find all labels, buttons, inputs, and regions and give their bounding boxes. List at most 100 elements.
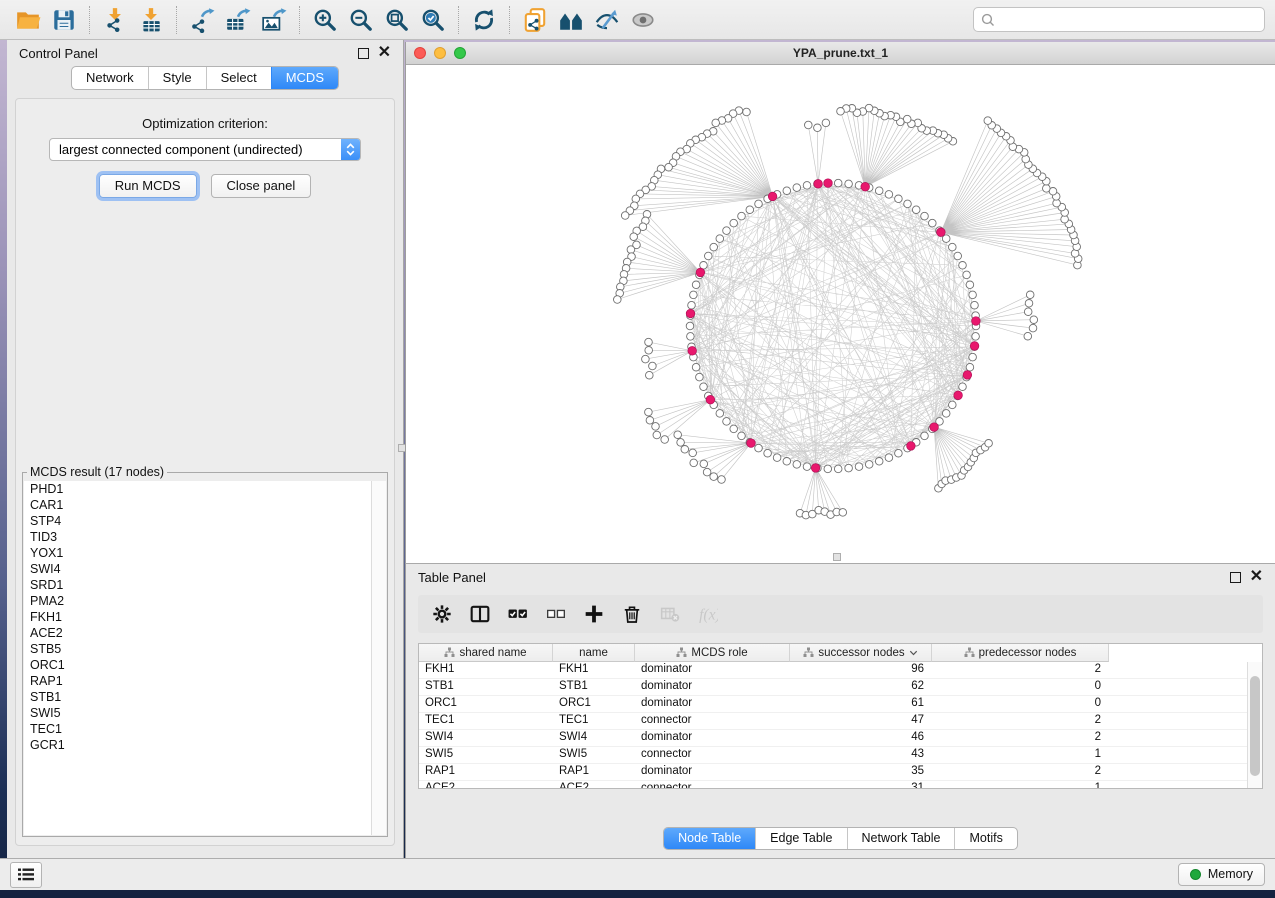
mcds-result-item[interactable]: SWI4 bbox=[24, 561, 372, 577]
column-header-name[interactable]: name bbox=[553, 644, 635, 662]
mcds-result-item[interactable]: ACE2 bbox=[24, 625, 372, 641]
column-header-shared-name[interactable]: shared name bbox=[419, 644, 553, 662]
table-toolbar: f(x) bbox=[418, 595, 1263, 633]
run-mcds-button[interactable]: Run MCDS bbox=[99, 174, 197, 198]
close-panel-icon[interactable]: ✕ bbox=[378, 48, 391, 58]
export-image-button[interactable] bbox=[256, 4, 292, 36]
table-row[interactable]: STB1STB1dominator620 bbox=[419, 679, 1262, 696]
mcds-result-item[interactable]: FKH1 bbox=[24, 609, 372, 625]
select-all-button[interactable] bbox=[504, 600, 532, 628]
mcds-result-list[interactable]: PHD1CAR1STP4TID3YOX1SWI4SRD1PMA2FKH1ACE2… bbox=[24, 481, 372, 835]
mcds-result-item[interactable]: GCR1 bbox=[24, 737, 372, 753]
columns-button[interactable] bbox=[466, 600, 494, 628]
network-canvas[interactable] bbox=[406, 65, 1274, 563]
mcds-result-item[interactable]: STB1 bbox=[24, 689, 372, 705]
mcds-result-item[interactable]: SWI5 bbox=[24, 705, 372, 721]
settings-button[interactable] bbox=[428, 600, 456, 628]
tab-node-table[interactable]: Node Table bbox=[664, 828, 755, 849]
mcds-result-item[interactable]: PHD1 bbox=[24, 481, 372, 497]
search-field[interactable] bbox=[973, 7, 1265, 32]
mcds-result-item[interactable]: TEC1 bbox=[24, 721, 372, 737]
table-row[interactable]: RAP1RAP1dominator352 bbox=[419, 764, 1262, 781]
table-cell: 0 bbox=[932, 679, 1109, 695]
open-button[interactable] bbox=[10, 4, 46, 36]
toolbar-separator bbox=[176, 6, 177, 34]
optimization-criterion-select[interactable]: largest connected component (undirected) bbox=[49, 138, 361, 161]
zoom-out-button[interactable] bbox=[343, 4, 379, 36]
horizontal-divider-grip[interactable] bbox=[833, 553, 841, 561]
import-network-button[interactable] bbox=[97, 4, 133, 36]
float-table-panel-icon[interactable] bbox=[1230, 572, 1241, 583]
table-row[interactable]: SWI4SWI4dominator462 bbox=[419, 730, 1262, 747]
table-cell: 47 bbox=[790, 713, 932, 729]
table-cell: dominator bbox=[635, 696, 790, 712]
memory-label: Memory bbox=[1208, 867, 1253, 881]
network-graph[interactable] bbox=[406, 65, 1274, 563]
export-image-icon bbox=[261, 7, 287, 33]
table-cell: RAP1 bbox=[553, 764, 635, 780]
table-cell: FKH1 bbox=[419, 662, 553, 678]
table-cell: dominator bbox=[635, 679, 790, 695]
column-header-successor-nodes[interactable]: successor nodes bbox=[790, 644, 932, 662]
mcds-result-item[interactable]: PMA2 bbox=[24, 593, 372, 609]
tab-network-table[interactable]: Network Table bbox=[847, 828, 955, 849]
column-header-predecessor-nodes[interactable]: predecessor nodes bbox=[932, 644, 1109, 662]
first-neighbors-button[interactable] bbox=[553, 4, 589, 36]
close-panel-button[interactable]: Close panel bbox=[211, 174, 312, 198]
table-row[interactable]: SWI5SWI5connector431 bbox=[419, 747, 1262, 764]
table-row[interactable]: ACE2ACE2connector311 bbox=[419, 781, 1262, 789]
deselect-all-button[interactable] bbox=[542, 600, 570, 628]
table-cell: 43 bbox=[790, 747, 932, 763]
export-table-button[interactable] bbox=[220, 4, 256, 36]
show-all-button[interactable] bbox=[625, 4, 661, 36]
mcds-result-item[interactable]: STP4 bbox=[24, 513, 372, 529]
mcds-result-item[interactable]: STB5 bbox=[24, 641, 372, 657]
duplicate-network-button[interactable] bbox=[517, 4, 553, 36]
mcds-result-item[interactable]: RAP1 bbox=[24, 673, 372, 689]
table-row[interactable]: TEC1TEC1connector472 bbox=[419, 713, 1262, 730]
mcds-result-item[interactable]: CAR1 bbox=[24, 497, 372, 513]
tab-network[interactable]: Network bbox=[72, 67, 148, 89]
zoom-in-button[interactable] bbox=[307, 4, 343, 36]
search-input[interactable] bbox=[1000, 11, 1257, 28]
table-cell: dominator bbox=[635, 764, 790, 780]
delete-table-button[interactable] bbox=[656, 600, 684, 628]
mcds-result-item[interactable]: TID3 bbox=[24, 529, 372, 545]
tab-style[interactable]: Style bbox=[148, 67, 206, 89]
shared-column-icon bbox=[803, 647, 814, 658]
table-cell: connector bbox=[635, 747, 790, 763]
table-row[interactable]: ORC1ORC1dominator610 bbox=[419, 696, 1262, 713]
table-scrollbar-thumb[interactable] bbox=[1250, 676, 1260, 776]
toolbar-separator bbox=[509, 6, 510, 34]
zoom-selected-button[interactable] bbox=[415, 4, 451, 36]
export-network-button[interactable] bbox=[184, 4, 220, 36]
add-button[interactable] bbox=[580, 600, 608, 628]
refresh-button[interactable] bbox=[466, 4, 502, 36]
tab-select[interactable]: Select bbox=[206, 67, 271, 89]
mcds-result-item[interactable]: SRD1 bbox=[24, 577, 372, 593]
import-table-button[interactable] bbox=[133, 4, 169, 36]
table-scrollbar[interactable] bbox=[1247, 662, 1262, 788]
memory-button[interactable]: Memory bbox=[1178, 863, 1265, 886]
table-row[interactable]: FKH1FKH1dominator962 bbox=[419, 662, 1262, 679]
task-history-button[interactable] bbox=[10, 862, 42, 888]
zoom-fit-button[interactable] bbox=[379, 4, 415, 36]
hide-selected-button[interactable] bbox=[589, 4, 625, 36]
tab-mcds[interactable]: MCDS bbox=[271, 67, 338, 89]
tab-edge-table[interactable]: Edge Table bbox=[755, 828, 846, 849]
control-panel-header: Control Panel ✕ bbox=[7, 40, 403, 66]
show-all-icon bbox=[630, 7, 656, 33]
column-header-MCDS-role[interactable]: MCDS role bbox=[635, 644, 790, 662]
float-panel-icon[interactable] bbox=[358, 48, 369, 59]
save-icon bbox=[51, 7, 77, 33]
delete-button[interactable] bbox=[618, 600, 646, 628]
mcds-result-scrollbar[interactable] bbox=[371, 481, 386, 835]
function-builder-button[interactable]: f(x) bbox=[694, 600, 722, 628]
toolbar-separator bbox=[458, 6, 459, 34]
close-table-panel-icon[interactable]: ✕ bbox=[1250, 572, 1263, 582]
mcds-result-item[interactable]: YOX1 bbox=[24, 545, 372, 561]
mcds-result-item[interactable]: ORC1 bbox=[24, 657, 372, 673]
save-button[interactable] bbox=[46, 4, 82, 36]
tab-motifs[interactable]: Motifs bbox=[954, 828, 1016, 849]
memory-status-icon bbox=[1190, 869, 1201, 880]
